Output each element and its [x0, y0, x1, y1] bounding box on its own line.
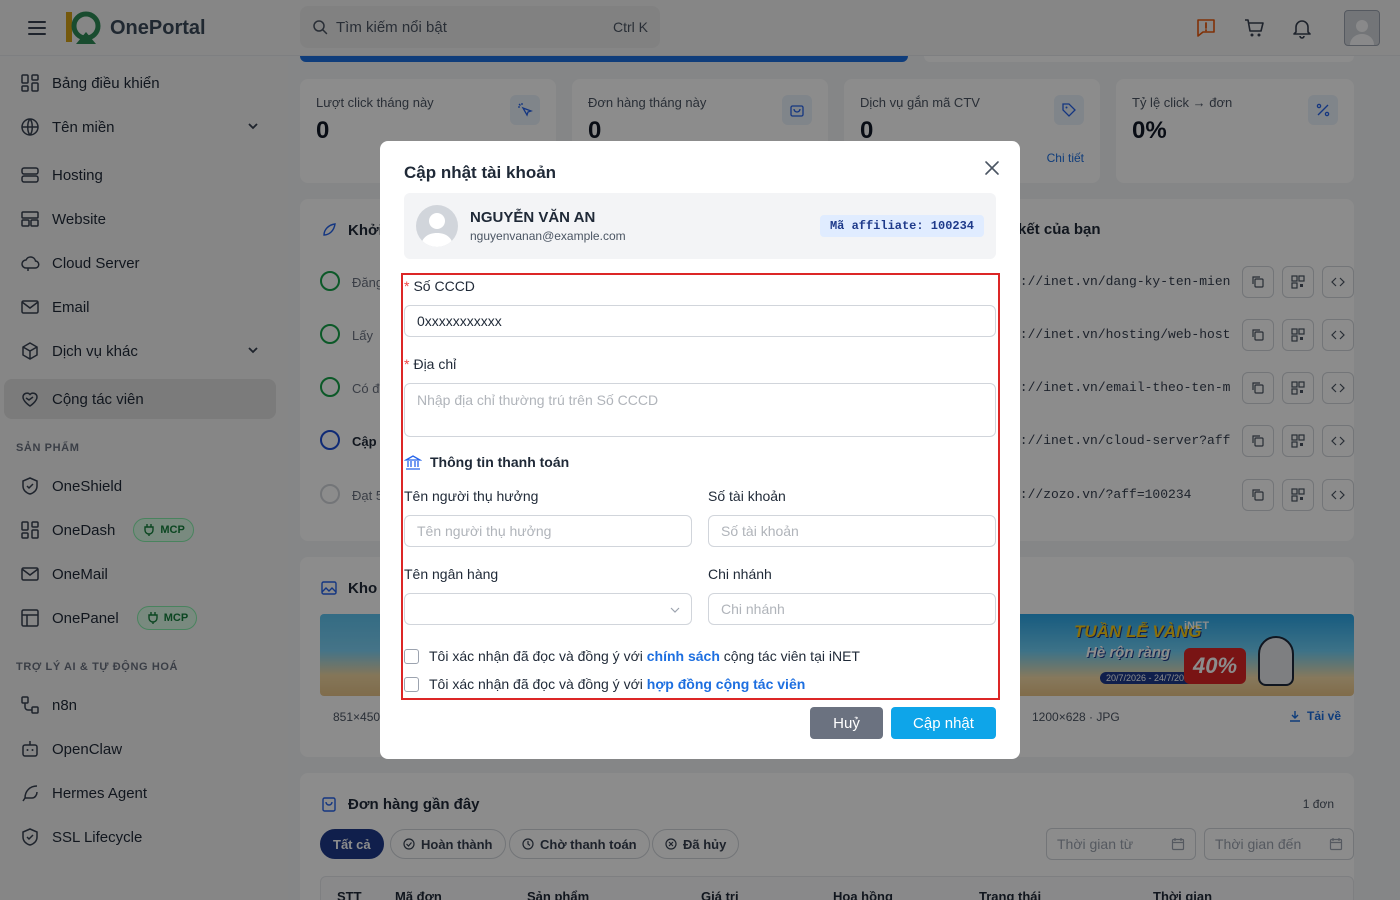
bank-icon — [404, 455, 422, 470]
address-textarea[interactable] — [404, 383, 996, 437]
cccd-input[interactable] — [404, 305, 996, 337]
policy-link[interactable]: chính sách — [647, 648, 720, 664]
bank-name-label: Tên ngân hàng — [404, 566, 499, 582]
agree-contract-checkbox[interactable] — [404, 676, 419, 692]
payment-section-header: Thông tin thanh toán — [404, 453, 569, 471]
address-label: * Địa chỉ — [404, 356, 457, 372]
cccd-label: * Số CCCD — [404, 278, 475, 294]
cancel-button[interactable]: Huỷ — [810, 707, 883, 739]
branch-input[interactable] — [708, 593, 996, 625]
affiliate-code-badge: Mã affiliate: 100234 — [819, 215, 984, 237]
user-info-box: NGUYỄN VĂN AN nguyenvanan@example.com Mã… — [404, 193, 996, 259]
contract-link[interactable]: hợp đồng cộng tác viên — [647, 676, 806, 692]
beneficiary-label: Tên người thụ hưởng — [404, 488, 539, 504]
chevron-down-icon — [670, 607, 680, 613]
required-asterisk: * — [404, 356, 410, 372]
agree-policy-checkbox[interactable] — [404, 648, 419, 664]
account-number-input[interactable] — [708, 515, 996, 547]
beneficiary-input[interactable] — [404, 515, 692, 547]
agree-contract-text: Tôi xác nhận đã đọc và đồng ý với hợp đồ… — [429, 676, 806, 692]
bank-name-select[interactable] — [404, 593, 692, 625]
agree-policy-text: Tôi xác nhận đã đọc và đồng ý với chính … — [429, 648, 860, 664]
user-name: NGUYỄN VĂN AN — [470, 209, 596, 226]
branch-label: Chi nhánh — [708, 566, 772, 582]
user-email: nguyenvanan@example.com — [470, 229, 626, 243]
agree-policy-row: Tôi xác nhận đã đọc và đồng ý với chính … — [404, 648, 860, 664]
close-icon[interactable] — [982, 158, 1002, 178]
required-asterisk: * — [404, 278, 410, 294]
modal-title: Cập nhật tài khoản — [404, 163, 557, 182]
highlight-box — [401, 273, 1000, 700]
submit-button[interactable]: Cập nhật — [891, 707, 996, 739]
account-number-label: Số tài khoản — [708, 488, 786, 504]
agree-contract-row: Tôi xác nhận đã đọc và đồng ý với hợp đồ… — [404, 676, 805, 692]
user-avatar-icon — [416, 205, 458, 247]
update-account-modal: Cập nhật tài khoản NGUYỄN VĂN AN nguyenv… — [380, 141, 1020, 759]
